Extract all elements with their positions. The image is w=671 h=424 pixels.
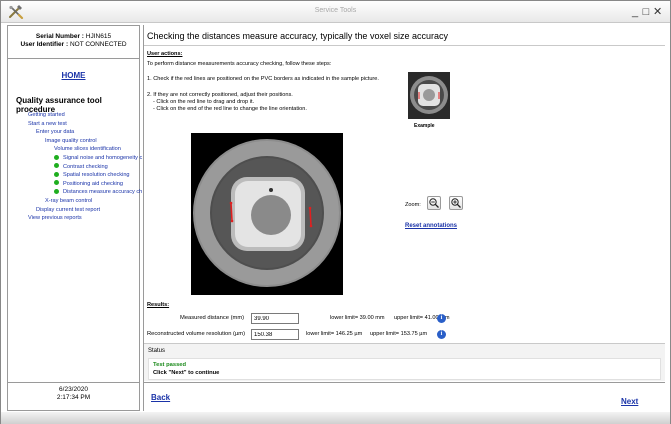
tree-item-xray-beam[interactable]: X-ray beam control [45, 197, 92, 205]
tree-item-distances-accuracy[interactable]: Distances measure accuracy ch [54, 188, 142, 196]
tree-item-label: Signal noise and homogeneity c [63, 155, 143, 161]
divider [144, 382, 665, 383]
info-icon[interactable]: i [437, 314, 446, 323]
instruction-step-1: 1. Check if the red lines are positioned… [147, 76, 379, 82]
minimize-button[interactable]: _ [631, 6, 642, 18]
reset-annotations-link[interactable]: Reset annotations [405, 223, 457, 229]
serial-number-value: HJIN615 [85, 33, 112, 40]
current-time: 2:17:34 PM [56, 394, 91, 401]
service-tools-window: Service Tools _ □✕ Serial Number : HJIN61… [0, 0, 671, 424]
serial-number-row: Serial Number : HJIN615 [8, 33, 139, 41]
tree-item-label: Distances measure accuracy ch [63, 189, 143, 196]
sidebar: Serial Number : HJIN615 User Identifier … [7, 25, 142, 411]
user-identifier-row: User Identifier : NOT CONNECTED [8, 41, 139, 49]
volume-resolution-lower-limit: lower limit= 146.25 µm [306, 331, 363, 337]
device-info: Serial Number : HJIN615 User Identifier … [8, 26, 139, 59]
example-label: Example [414, 123, 435, 129]
tree-item-label: Spatial resolution checking [63, 172, 130, 179]
tree-item-start-new-test[interactable]: Start a new test [28, 120, 67, 128]
tree-item-contrast[interactable]: Contrast checking [54, 163, 108, 171]
zoom-out-icon [429, 198, 439, 208]
close-button[interactable]: ✕ [653, 5, 664, 18]
page-title: Checking the distances measure accuracy,… [147, 31, 448, 41]
measured-distance-lower-limit: lower limit= 39.00 mm [330, 315, 385, 321]
tree-item-label: Positioning aid checking [63, 180, 124, 187]
measure-line-left[interactable] [230, 202, 233, 222]
volume-resolution-upper-limit: upper limit= 153.75 µm [370, 331, 428, 337]
measured-distance-field[interactable] [251, 313, 299, 324]
title-bar: Service Tools _ □✕ [1, 1, 670, 23]
next-link[interactable]: Next [621, 397, 638, 406]
tree-item-view-reports[interactable]: View previous reports [28, 214, 82, 222]
zoom-in-icon [451, 198, 461, 208]
ct-scan-image[interactable] [191, 133, 343, 295]
status-content: Test passed Click "Next" to continue [148, 358, 661, 380]
completed-dot-icon [54, 171, 59, 177]
window-bottom-edge [1, 412, 670, 424]
maximize-button[interactable]: □ [642, 6, 653, 18]
home-link[interactable]: HOME [8, 71, 139, 80]
completed-dot-icon [54, 163, 59, 169]
current-date: 6/23/2020 [59, 386, 88, 393]
user-identifier-value: NOT CONNECTED [69, 41, 127, 48]
user-actions-label: User actions: [147, 51, 183, 57]
volume-resolution-label: Reconstructed volume resolution (µm) [147, 331, 246, 337]
example-image [408, 72, 450, 119]
window-title: Service Tools [314, 7, 357, 14]
status-message: Click "Next" to continue [153, 370, 220, 376]
instruction-intro: To perform distance measurements accurac… [147, 61, 332, 67]
back-link[interactable]: Back [151, 393, 170, 402]
main-panel: Checking the distances measure accuracy,… [143, 25, 665, 411]
instruction-step-2: 2. If they are not correctly positioned,… [147, 92, 293, 98]
tree-item-volume-slices[interactable]: Volume slices identification [54, 145, 121, 153]
tree-item-enter-data[interactable]: Enter your data [36, 128, 74, 136]
tree-item-positioning-aid[interactable]: Positioning aid checking [54, 180, 123, 188]
completed-dot-icon [54, 154, 59, 160]
status-label: Status [148, 348, 166, 354]
volume-resolution-field[interactable] [251, 329, 299, 340]
tree-item-display-report[interactable]: Display current test report [36, 206, 100, 214]
measured-distance-label: Measured distance (mm) [180, 315, 245, 321]
user-identifier-label: User Identifier : [20, 41, 69, 48]
completed-dot-icon [54, 188, 59, 194]
serial-number-label: Serial Number : [35, 33, 84, 40]
instruction-rotate: - Click on the end of the red line to ch… [153, 106, 307, 112]
divider [144, 45, 665, 46]
status-result: Test passed [153, 362, 187, 368]
status-panel: Status Test passed Click "Next" to conti… [144, 343, 665, 381]
tree-item-label: Contrast checking [63, 163, 108, 170]
tree-item-image-quality[interactable]: Image quality control [45, 137, 97, 145]
instruction-drag: - Click on the red line to drag and drop… [153, 99, 255, 105]
window-controls: _ □✕ [631, 5, 664, 18]
date-time: 6/23/2020 2:17:34 PM [8, 382, 139, 410]
tree-item-signal-noise[interactable]: Signal noise and homogeneity c [54, 154, 142, 162]
measure-line-right[interactable] [309, 207, 312, 227]
tree-item-spatial-resolution[interactable]: Spatial resolution checking [54, 171, 130, 179]
zoom-in-button[interactable] [449, 196, 463, 210]
completed-dot-icon [54, 180, 59, 186]
tree-item-getting-started[interactable]: Getting started [28, 111, 65, 119]
zoom-out-button[interactable] [427, 196, 441, 210]
results-label: Results: [147, 302, 170, 308]
zoom-label: Zoom: [405, 202, 421, 208]
info-icon[interactable]: i [437, 330, 446, 339]
